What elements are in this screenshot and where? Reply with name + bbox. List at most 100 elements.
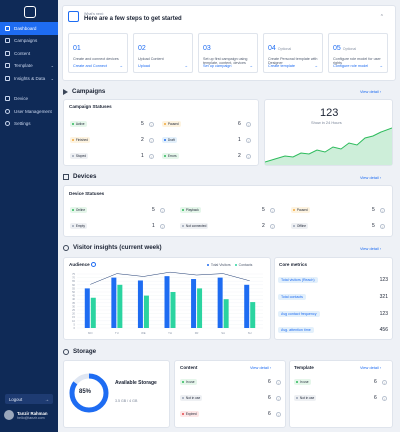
- status-badge: In use: [180, 379, 197, 385]
- y-tick-label: 60: [72, 283, 75, 287]
- step-number: 02: [138, 45, 146, 52]
- audience-title: Audience: [69, 262, 96, 268]
- status-row: Not connected: [180, 223, 209, 229]
- bar-total-visitors: [137, 280, 143, 328]
- database-icon: [63, 348, 69, 355]
- sidebar-item-content[interactable]: Content: [0, 47, 58, 60]
- metric-label: Avg. attention time: [278, 327, 314, 333]
- user-profile[interactable]: Tanzir Rahman hello@tanzir.com: [4, 410, 47, 420]
- metric-value: 456: [379, 327, 388, 333]
- status-badge: In use: [294, 379, 311, 385]
- x-tick-label: WE: [141, 331, 146, 335]
- info-icon[interactable]: i: [160, 224, 165, 229]
- step-card-5: 05 Optional Configure role model for user…: [328, 33, 388, 73]
- status-label: Stoped: [75, 153, 86, 158]
- campaigns-view-detail[interactable]: View detail ›: [360, 89, 381, 94]
- step-link-upload[interactable]: Upload →: [138, 64, 188, 68]
- arrow-right-icon: →: [249, 64, 253, 68]
- info-icon[interactable]: i: [246, 154, 251, 159]
- info-icon[interactable]: i: [149, 122, 154, 127]
- status-dot-icon: [164, 154, 167, 157]
- status-row: Online: [70, 207, 88, 213]
- monitor-icon: [63, 173, 69, 180]
- app-logo-icon[interactable]: [24, 6, 36, 18]
- status-label: Offline: [296, 223, 307, 228]
- y-tick-label: 25: [72, 308, 75, 312]
- legend-visitors: Total Visitors: [210, 263, 231, 267]
- sidebar-item-label: Device: [14, 96, 29, 102]
- status-count: 2: [238, 153, 241, 159]
- logout-button[interactable]: Logout →: [5, 394, 53, 404]
- step-link-label: Create template: [268, 64, 296, 68]
- status-dot-icon: [72, 208, 75, 211]
- info-icon[interactable]: i: [270, 208, 275, 213]
- section-title: Devices: [73, 173, 97, 180]
- info-icon[interactable]: i: [276, 396, 281, 401]
- template-view-detail[interactable]: View detail ›: [360, 365, 381, 370]
- info-icon[interactable]: i: [380, 208, 385, 213]
- info-icon[interactable]: i: [246, 138, 251, 143]
- status-count: 2: [141, 137, 144, 143]
- step-link-configure-role[interactable]: Configure role model →: [333, 64, 383, 68]
- info-icon[interactable]: i: [382, 380, 387, 385]
- chart-legend: Total Visitors Contacts: [207, 263, 252, 267]
- metric-label: Avg contact frequency: [278, 311, 320, 317]
- bar-contacts: [90, 297, 96, 328]
- optional-tag: Optional: [277, 47, 292, 51]
- info-icon[interactable]: i: [276, 412, 281, 417]
- collapse-icon[interactable]: ⌃: [380, 14, 384, 20]
- step-link-create-connect[interactable]: Create and Connect →: [73, 64, 123, 68]
- info-icon[interactable]: i: [160, 208, 165, 213]
- sidebar-item-dashboard[interactable]: Dashboard: [0, 22, 58, 35]
- y-tick-label: 0: [74, 326, 76, 330]
- visitor-view-detail[interactable]: View detail ›: [360, 246, 381, 251]
- devices-header: Devices: [63, 173, 96, 180]
- play-icon: [63, 88, 68, 95]
- sidebar-item-campaigns[interactable]: Campaigns: [0, 35, 58, 48]
- status-row: Paused: [291, 207, 310, 213]
- status-badge: Offline: [291, 223, 309, 229]
- y-tick-label: 75: [72, 272, 75, 276]
- info-icon[interactable]: i: [246, 122, 251, 127]
- content-view-detail[interactable]: View detail ›: [250, 365, 271, 370]
- step-link-create-template[interactable]: Create template →: [268, 64, 318, 68]
- content-title: Content: [180, 365, 198, 370]
- view-detail-label: View detail: [250, 365, 269, 370]
- storage-used: 3.5 GB / 4 GB: [115, 399, 138, 403]
- sidebar-item-user-management[interactable]: User Management: [0, 105, 58, 118]
- info-icon[interactable]: i: [380, 224, 385, 229]
- sidebar-item-device[interactable]: Device: [0, 93, 58, 106]
- sidebar-item-template[interactable]: Template ⌄: [0, 60, 58, 73]
- storage-row: Not in use: [180, 395, 203, 401]
- info-icon[interactable]: i: [149, 138, 154, 143]
- info-icon[interactable]: [90, 262, 96, 268]
- status-count: 6: [268, 379, 271, 385]
- status-row: Draft: [162, 137, 177, 143]
- bar-total-visitors: [111, 277, 117, 328]
- status-dot-icon: [296, 380, 299, 383]
- metric-label: Total contacts: [278, 294, 306, 300]
- status-dot-icon: [293, 208, 296, 211]
- avatar: [4, 410, 14, 420]
- info-icon[interactable]: i: [276, 380, 281, 385]
- status-badge: Online: [70, 207, 88, 213]
- info-icon[interactable]: i: [382, 396, 387, 401]
- sparkline-area: [265, 127, 392, 165]
- metric-row: Total contacts 321: [278, 294, 388, 300]
- sidebar-item-insights[interactable]: Insights & Data ⌄: [0, 72, 58, 85]
- info-icon[interactable]: i: [149, 154, 154, 159]
- status-dot-icon: [164, 122, 167, 125]
- status-badge: Expired: [180, 411, 199, 417]
- status-label: In use: [185, 379, 195, 384]
- metric-value: 123: [379, 277, 388, 283]
- x-tick-label: MO: [88, 331, 93, 335]
- step-card-4: 04 Optional Create Personal template with…: [263, 33, 323, 73]
- bar-total-visitors: [84, 288, 90, 328]
- step-link-setup-campaign[interactable]: Set up campaign →: [203, 64, 253, 68]
- view-detail-label: View detail: [360, 89, 379, 94]
- sidebar-item-settings[interactable]: Settings: [0, 118, 58, 131]
- devices-view-detail[interactable]: View detail ›: [360, 175, 381, 180]
- y-tick-label: 40: [72, 297, 75, 301]
- info-icon[interactable]: i: [270, 224, 275, 229]
- metric-row: Avg contact frequency 123: [278, 311, 388, 317]
